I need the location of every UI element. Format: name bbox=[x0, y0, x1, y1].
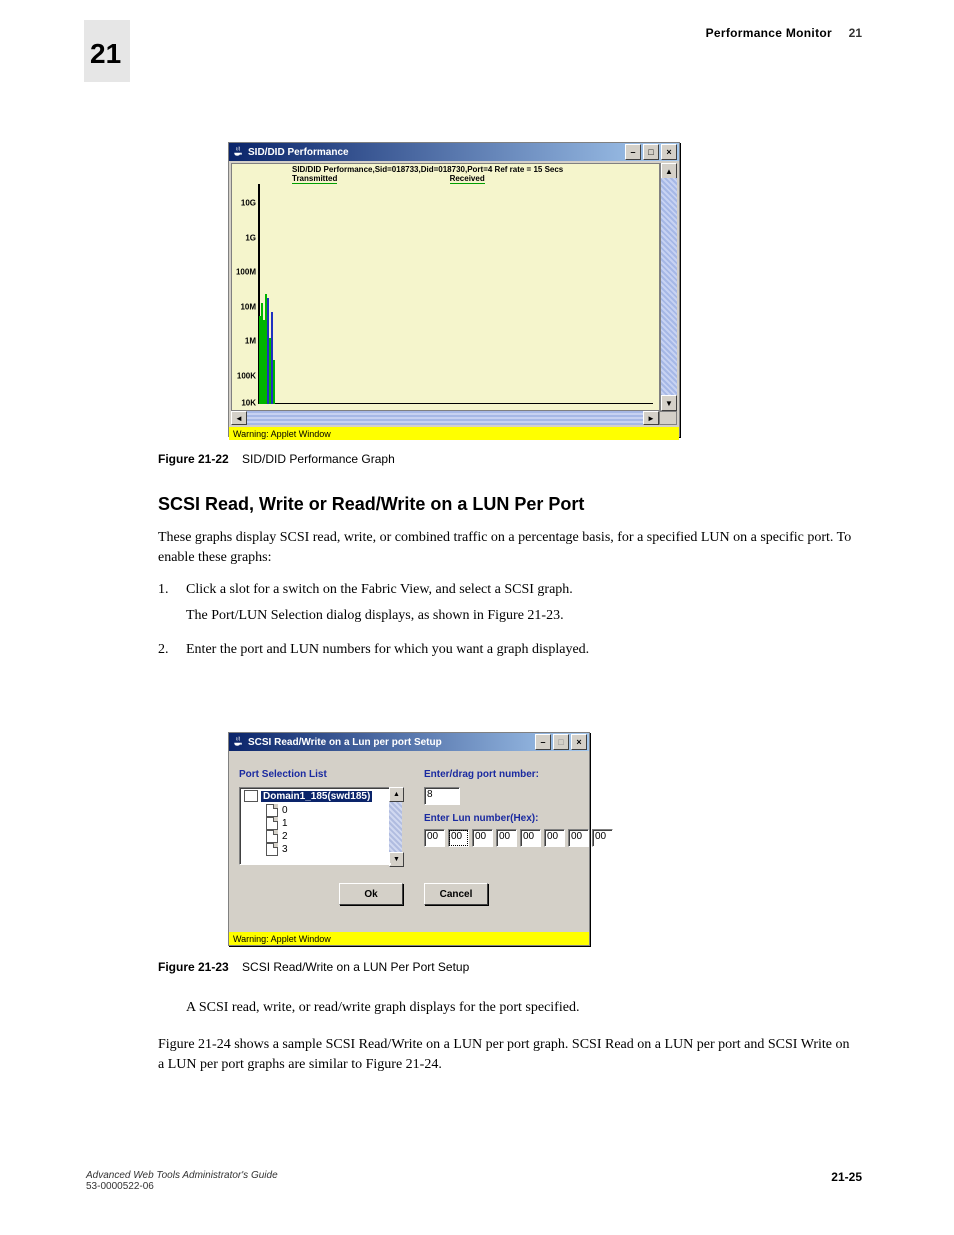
body-para2: Figure 21-24 shows a sample SCSI Read/Wr… bbox=[158, 1035, 858, 1076]
hex-input-2[interactable]: 00 bbox=[472, 829, 493, 847]
tree-item-3[interactable]: 3 bbox=[240, 843, 390, 856]
vertical-scrollbar[interactable]: ▲ ▼ bbox=[660, 163, 677, 411]
hex-input-6[interactable]: 00 bbox=[568, 829, 589, 847]
hex-input-0[interactable]: 00 bbox=[424, 829, 445, 847]
legend-transmitted: Transmitted bbox=[292, 174, 337, 184]
ytick-10m: 10M bbox=[232, 302, 259, 311]
tree-scroll-track[interactable] bbox=[389, 802, 402, 852]
step-1-number: 1. bbox=[158, 580, 176, 600]
section-intro: These graphs display SCSI read, write, o… bbox=[158, 528, 858, 569]
maximize-button[interactable]: □ bbox=[643, 144, 659, 160]
java-coffee-icon bbox=[232, 736, 244, 748]
running-header: Performance Monitor 21 bbox=[706, 26, 862, 40]
step-1-text: Click a slot for a switch on the Fabric … bbox=[186, 580, 856, 600]
scroll-right-button[interactable]: ► bbox=[643, 411, 659, 425]
ok-button[interactable]: Ok bbox=[339, 883, 403, 905]
scroll-corner bbox=[659, 411, 677, 425]
minimize-button[interactable]: – bbox=[535, 734, 551, 750]
scroll-h-track[interactable] bbox=[247, 411, 643, 425]
fig2-label: Figure 21-23 bbox=[158, 960, 229, 974]
scsi-titlebar[interactable]: SCSI Read/Write on a Lun per port Setup … bbox=[229, 733, 589, 751]
document-icon bbox=[266, 817, 278, 830]
tree-root[interactable]: Domain1_185(swd185) bbox=[240, 788, 390, 804]
ytick-1m: 1M bbox=[232, 337, 259, 346]
figure-21-23-caption: Figure 21-23 SCSI Read/Write on a LUN Pe… bbox=[158, 960, 469, 974]
scroll-left-button[interactable]: ◄ bbox=[231, 411, 247, 425]
hex-input-1[interactable]: 00 bbox=[448, 829, 469, 847]
java-warning-bar: Warning: Applet Window bbox=[229, 427, 679, 440]
tree-item-1[interactable]: 1 bbox=[240, 817, 390, 830]
minimize-button[interactable]: – bbox=[625, 144, 641, 160]
sid-did-title-text: SID/DID Performance bbox=[248, 147, 349, 158]
document-icon bbox=[266, 843, 278, 856]
sid-did-titlebar[interactable]: SID/DID Performance – □ × bbox=[229, 143, 679, 161]
tree-item-2[interactable]: 2 bbox=[240, 830, 390, 843]
port-number-input[interactable]: 8 bbox=[424, 787, 460, 805]
port-selection-tree[interactable]: Domain1_185(swd185) 0 1 2 3 bbox=[239, 787, 391, 865]
fig1-label: Figure 21-22 bbox=[158, 452, 229, 466]
ytick-10k: 10K bbox=[232, 398, 259, 407]
legend-received: Received bbox=[450, 174, 485, 184]
maximize-button-disabled: □ bbox=[553, 734, 569, 750]
sid-did-chart: SID/DID Performance,Sid=018733,Did=01873… bbox=[231, 163, 660, 411]
tree-item-0[interactable]: 0 bbox=[240, 804, 390, 817]
enter-lun-label: Enter Lun number(Hex): bbox=[424, 813, 538, 824]
tree-scroll-down[interactable]: ▼ bbox=[389, 852, 404, 867]
footer-doc-id: Advanced Web Tools Administrator's Guide… bbox=[86, 1170, 278, 1192]
port-selection-label: Port Selection List bbox=[239, 769, 327, 780]
chart-title: SID/DID Performance,Sid=018733,Did=01873… bbox=[292, 165, 653, 174]
scroll-down-button[interactable]: ▼ bbox=[661, 395, 677, 411]
ytick-100k: 100K bbox=[232, 371, 259, 380]
scsi-setup-window: SCSI Read/Write on a Lun per port Setup … bbox=[228, 732, 590, 946]
footer-doc-number: 53-0000522-06 bbox=[86, 1181, 154, 1192]
figure-21-22-caption: Figure 21-22 SID/DID Performance Graph bbox=[158, 452, 395, 466]
cancel-button[interactable]: Cancel bbox=[424, 883, 488, 905]
step-2-text: Enter the port and LUN numbers for which… bbox=[186, 640, 856, 660]
running-header-title: Performance Monitor bbox=[706, 26, 832, 40]
hex-input-7[interactable]: 00 bbox=[592, 829, 613, 847]
document-icon bbox=[266, 830, 278, 843]
ytick-10g: 10G bbox=[232, 199, 259, 208]
java-warning-bar: Warning: Applet Window bbox=[229, 932, 589, 945]
ytick-1g: 1G bbox=[232, 233, 259, 242]
fig2-text: SCSI Read/Write on a LUN Per Port Setup bbox=[242, 960, 469, 974]
graph-result-line: A SCSI read, write, or read/write graph … bbox=[186, 998, 856, 1018]
close-button[interactable]: × bbox=[571, 734, 587, 750]
lun-hex-inputs: 00 00 00 00 00 00 00 00 bbox=[424, 829, 613, 847]
running-header-chapter: 21 bbox=[849, 26, 862, 40]
tree-scroll-up[interactable]: ▲ bbox=[389, 787, 404, 802]
scsi-title-text: SCSI Read/Write on a Lun per port Setup bbox=[248, 737, 442, 748]
chart-bars bbox=[258, 184, 653, 404]
fig1-text: SID/DID Performance Graph bbox=[242, 452, 395, 466]
folder-icon bbox=[244, 790, 258, 802]
hex-input-3[interactable]: 00 bbox=[496, 829, 517, 847]
step-1-after: The Port/LUN Selection dialog displays, … bbox=[186, 606, 856, 626]
horizontal-scrollbar[interactable]: ◄ ► bbox=[231, 411, 677, 425]
java-coffee-icon bbox=[232, 146, 244, 158]
tree-scrollbar[interactable]: ▲ ▼ bbox=[389, 787, 402, 863]
document-icon bbox=[266, 804, 278, 817]
scroll-up-button[interactable]: ▲ bbox=[661, 163, 677, 179]
step-2-number: 2. bbox=[158, 640, 176, 660]
section-heading: SCSI Read, Write or Read/Write on a LUN … bbox=[158, 494, 584, 515]
scroll-track[interactable] bbox=[661, 178, 677, 396]
tree-root-label: Domain1_185(swd185) bbox=[261, 791, 372, 802]
enter-port-label: Enter/drag port number: bbox=[424, 769, 539, 780]
ytick-100m: 100M bbox=[232, 268, 259, 277]
page-number: 21-25 bbox=[831, 1170, 862, 1184]
chapter-number: 21 bbox=[90, 38, 121, 70]
chart-legend: Transmitted Received bbox=[292, 174, 485, 183]
hex-input-5[interactable]: 00 bbox=[544, 829, 565, 847]
sid-did-window: SID/DID Performance – □ × SID/DID Perfor… bbox=[228, 142, 680, 437]
hex-input-4[interactable]: 00 bbox=[520, 829, 541, 847]
close-button[interactable]: × bbox=[661, 144, 677, 160]
footer-doc-title: Advanced Web Tools Administrator's Guide bbox=[86, 1170, 278, 1181]
